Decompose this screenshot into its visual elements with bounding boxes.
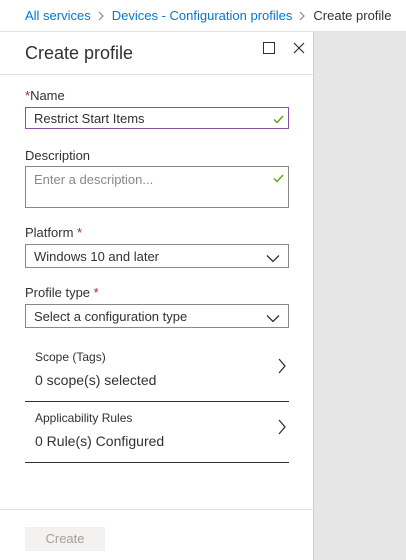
- platform-label: Platform *: [25, 225, 83, 240]
- scope-tags-row[interactable]: Scope (Tags) 0 scope(s) selected: [25, 342, 289, 402]
- create-button[interactable]: Create: [25, 527, 105, 551]
- square-icon[interactable]: [260, 39, 278, 57]
- applicability-rules-value: 0 Rule(s) Configured: [35, 433, 165, 449]
- breadcrumb-current: Create profile: [313, 8, 392, 23]
- checkmark-icon: [273, 171, 284, 186]
- profile-type-label: Profile type *: [25, 285, 99, 300]
- close-icon[interactable]: [290, 39, 308, 57]
- panel-footer: Create: [0, 509, 314, 560]
- chevron-down-icon: [266, 251, 280, 266]
- chevron-right-icon: [277, 419, 287, 440]
- applicability-rules-title: Applicability Rules: [35, 411, 133, 425]
- name-input[interactable]: Restrict Start Items: [25, 107, 289, 129]
- page-title: Create profile: [25, 42, 134, 63]
- panel-header: Create profile: [0, 32, 313, 75]
- breadcrumb-all-services[interactable]: All services: [25, 8, 91, 23]
- name-label: *Name: [25, 88, 65, 103]
- checkmark-icon: [273, 112, 284, 127]
- breadcrumb-configuration-profiles[interactable]: Devices - Configuration profiles: [112, 8, 293, 23]
- description-label: Description: [25, 148, 91, 163]
- chevron-right-icon: [277, 358, 287, 379]
- scope-tags-title: Scope (Tags): [35, 350, 106, 364]
- breadcrumb: All services Devices - Configuration pro…: [0, 0, 406, 32]
- scope-tags-value: 0 scope(s) selected: [35, 372, 157, 388]
- description-input[interactable]: Enter a description...: [25, 166, 289, 208]
- chevron-right-icon: [299, 11, 306, 21]
- create-profile-panel: Create profile *Name Restrict Start Item…: [0, 32, 314, 560]
- chevron-down-icon: [266, 311, 280, 326]
- platform-select[interactable]: Windows 10 and later: [25, 244, 289, 268]
- background-area: [314, 32, 406, 560]
- applicability-rules-row[interactable]: Applicability Rules 0 Rule(s) Configured: [25, 403, 289, 463]
- profile-type-select[interactable]: Select a configuration type: [25, 304, 289, 328]
- chevron-right-icon: [98, 11, 105, 21]
